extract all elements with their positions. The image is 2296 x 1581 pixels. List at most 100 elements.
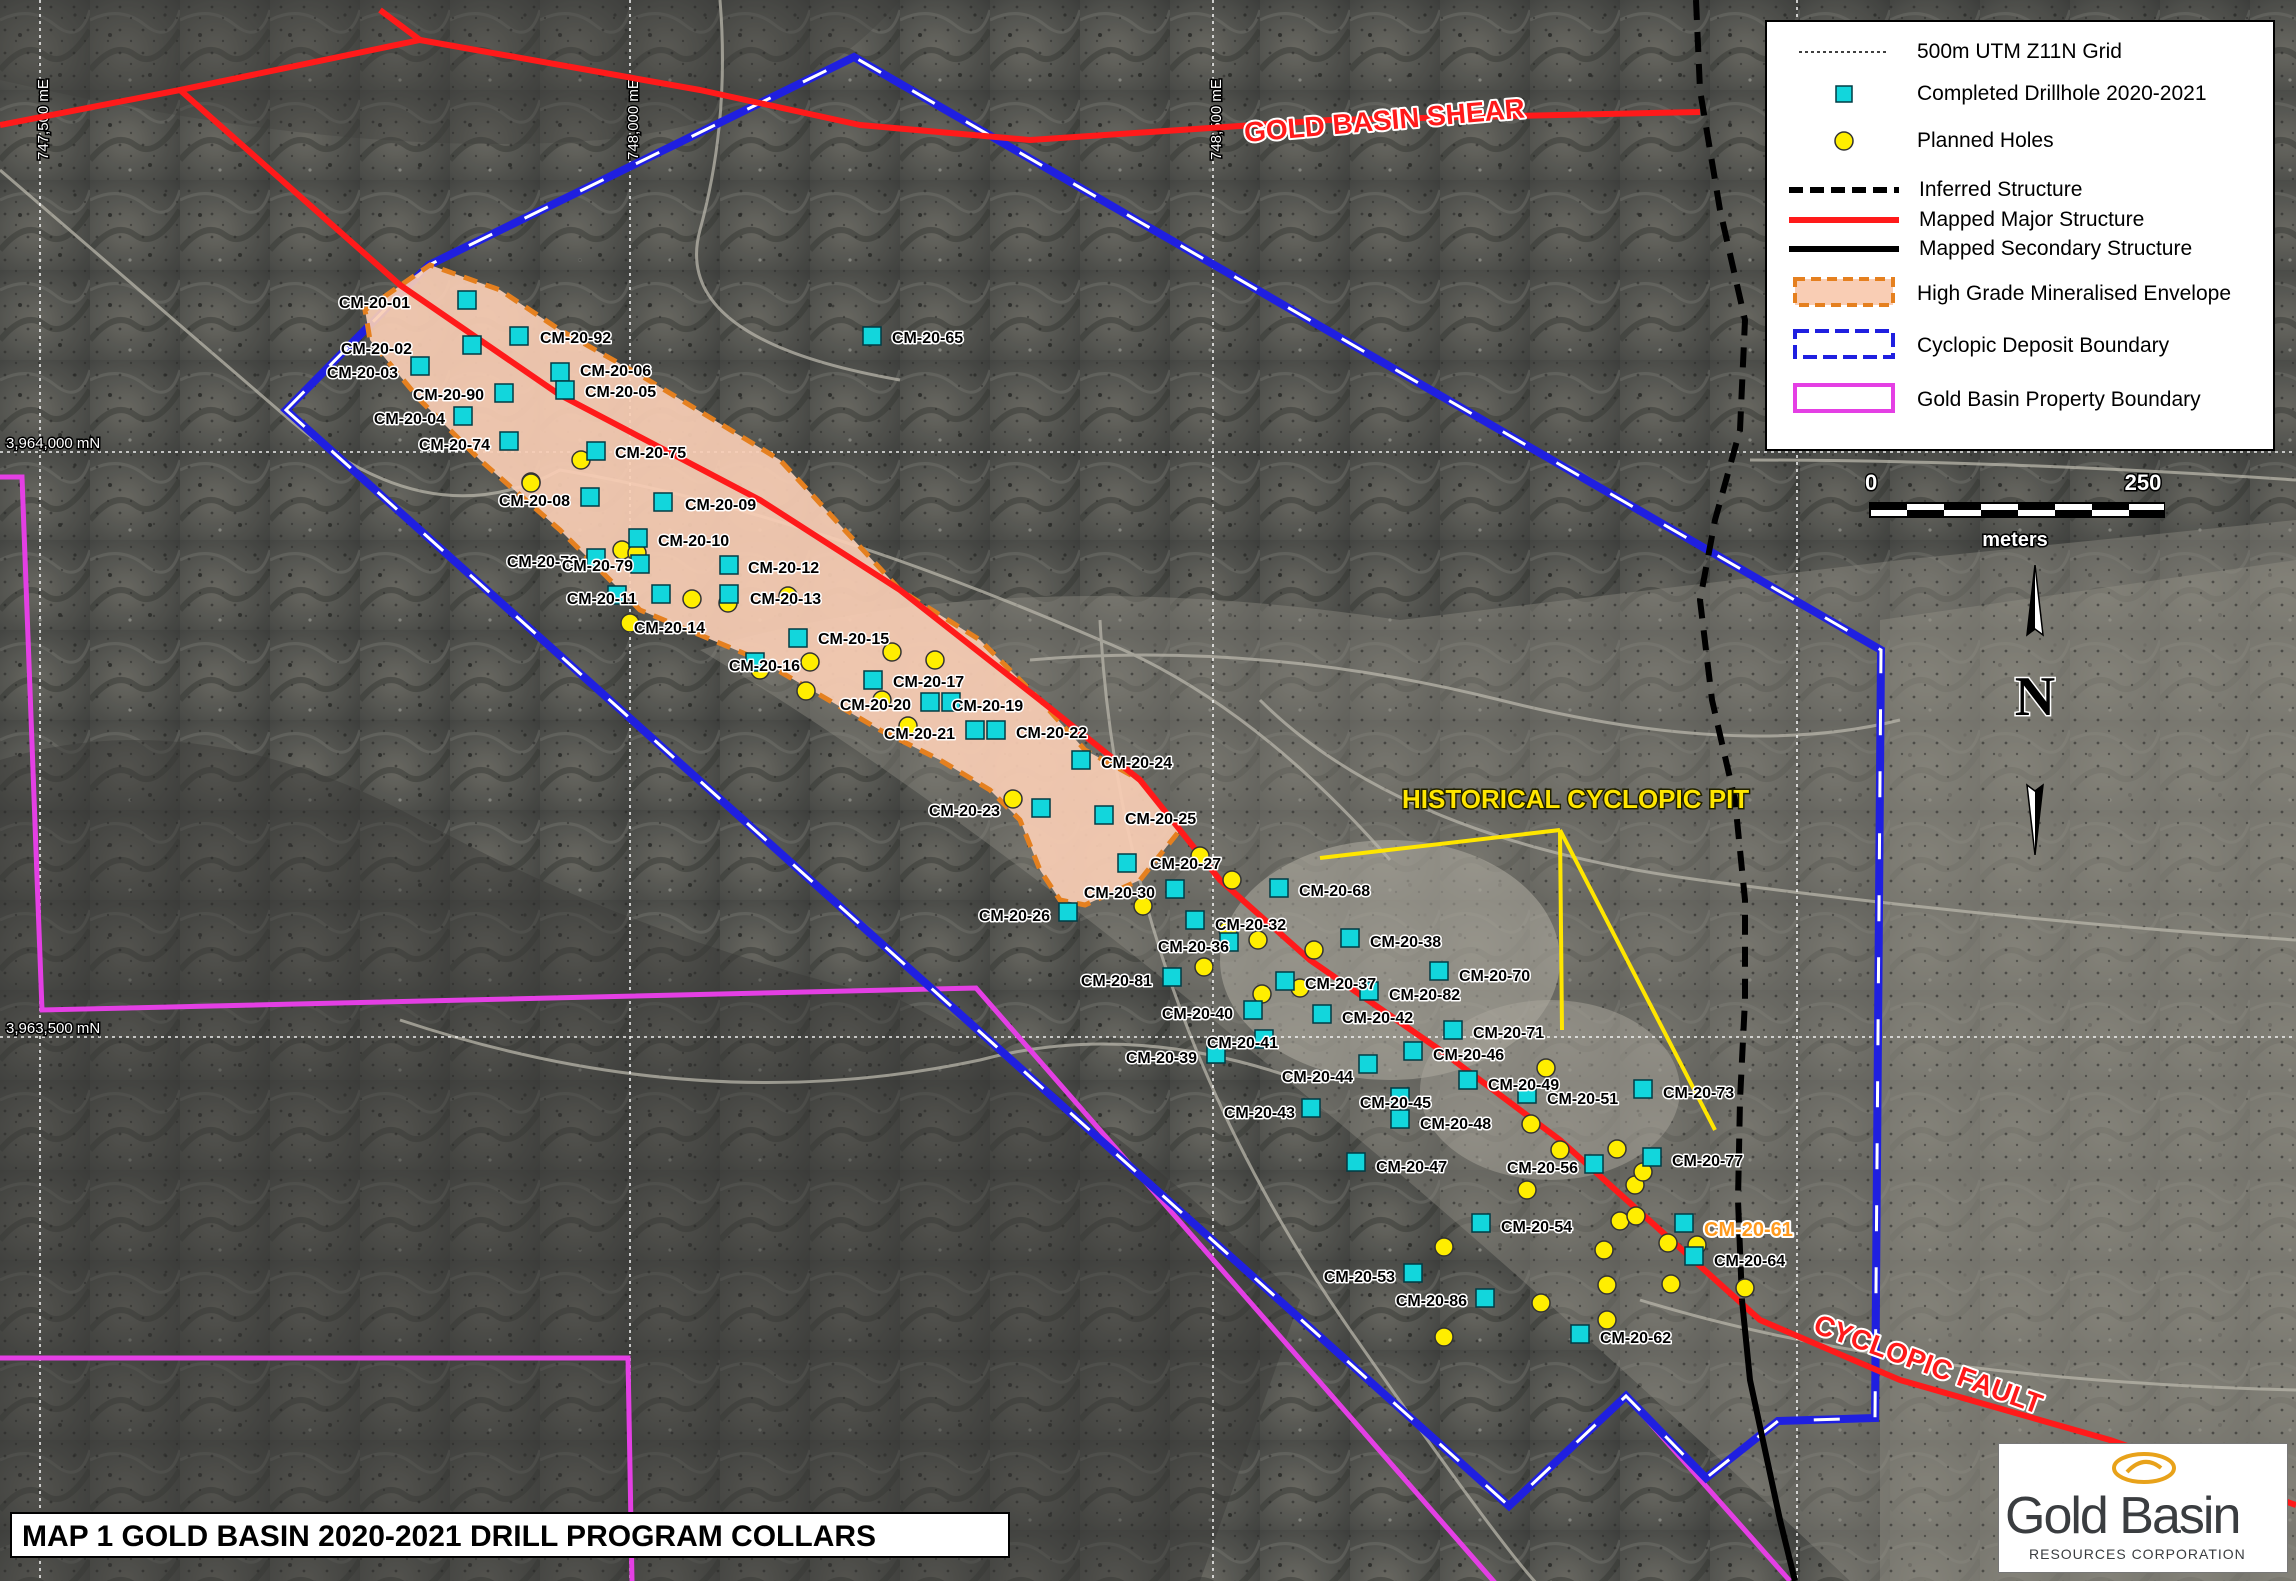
drillhole-marker-cm-20-03[interactable] <box>410 356 430 376</box>
planned-hole-marker[interactable] <box>1658 1233 1678 1253</box>
drillhole-marker-cm-20-73[interactable] <box>1633 1079 1653 1099</box>
planned-hole-marker[interactable] <box>1434 1327 1454 1347</box>
planned-hole-marker[interactable] <box>1594 1240 1614 1260</box>
planned-hole-marker[interactable] <box>1607 1139 1627 1159</box>
yellow-circle-icon <box>1834 131 1854 151</box>
drillhole-marker-cm-20-70[interactable] <box>1429 961 1449 981</box>
drillhole-marker-cm-20-92[interactable] <box>509 326 529 346</box>
drillhole-marker-cm-20-06[interactable] <box>550 362 570 382</box>
planned-hole-marker[interactable] <box>1735 1278 1755 1298</box>
drillhole-marker-cm-20-22[interactable] <box>986 720 1006 740</box>
planned-hole-marker[interactable] <box>1521 1114 1541 1134</box>
drillhole-label-cm-20-64: CM-20-64 <box>1714 1253 1785 1270</box>
planned-hole-marker[interactable] <box>1661 1274 1681 1294</box>
drillhole-label-cm-20-61: CM-20-61 <box>1704 1219 1793 1241</box>
planned-hole-marker[interactable] <box>1517 1180 1537 1200</box>
drillhole-label-cm-20-56: CM-20-56 <box>1507 1160 1578 1177</box>
drillhole-marker-cm-20-30[interactable] <box>1165 879 1185 899</box>
drillhole-marker-cm-20-14[interactable] <box>651 584 671 604</box>
drillhole-label-cm-20-54: CM-20-54 <box>1501 1219 1572 1236</box>
drillhole-marker-cm-20-32[interactable] <box>1185 910 1205 930</box>
planned-hole-marker[interactable] <box>1531 1293 1551 1313</box>
drillhole-marker-cm-20-24[interactable] <box>1071 750 1091 770</box>
planned-hole-marker[interactable] <box>1626 1206 1646 1226</box>
drillhole-marker-cm-20-79[interactable] <box>630 554 650 574</box>
drillhole-marker-cm-20-77[interactable] <box>1642 1147 1662 1167</box>
drillhole-marker-cm-20-49[interactable] <box>1458 1070 1478 1090</box>
planned-hole-marker[interactable] <box>800 652 820 672</box>
planned-hole-marker[interactable] <box>1536 1058 1556 1078</box>
drillhole-marker-cm-20-20[interactable] <box>920 692 940 712</box>
drillhole-marker-cm-20-01[interactable] <box>457 290 477 310</box>
drillhole-marker-cm-20-38[interactable] <box>1340 928 1360 948</box>
drillhole-label-cm-20-62: CM-20-62 <box>1600 1330 1671 1347</box>
drillhole-marker-cm-20-56[interactable] <box>1584 1154 1604 1174</box>
planned-hole-marker[interactable] <box>1610 1211 1630 1231</box>
drillhole-marker-cm-20-09[interactable] <box>653 492 673 512</box>
drillhole-marker-cm-20-21[interactable] <box>965 720 985 740</box>
drillhole-marker-cm-20-04[interactable] <box>453 406 473 426</box>
drillhole-marker-cm-20-71[interactable] <box>1443 1020 1463 1040</box>
planned-hole-marker[interactable] <box>1597 1275 1617 1295</box>
drillhole-label-cm-20-75: CM-20-75 <box>615 445 686 462</box>
drillhole-marker-cm-20-54[interactable] <box>1471 1213 1491 1233</box>
drillhole-marker-cm-20-65[interactable] <box>862 326 882 346</box>
drillhole-marker-cm-20-27[interactable] <box>1117 853 1137 873</box>
drillhole-marker-cm-20-62[interactable] <box>1570 1324 1590 1344</box>
planned-hole-marker[interactable] <box>682 589 702 609</box>
drillhole-label-cm-20-05: CM-20-05 <box>585 384 656 401</box>
drillhole-label-cm-20-25: CM-20-25 <box>1125 811 1196 828</box>
drillhole-marker-cm-20-53[interactable] <box>1403 1263 1423 1283</box>
drillhole-label-cm-20-32: CM-20-32 <box>1215 917 1286 934</box>
drillhole-marker-cm-20-75[interactable] <box>586 441 606 461</box>
planned-hole-marker[interactable] <box>1003 789 1023 809</box>
drillhole-marker-cm-20-13[interactable] <box>719 584 739 604</box>
drillhole-marker-cm-20-23[interactable] <box>1031 798 1051 818</box>
drillhole-marker-cm-20-37[interactable] <box>1275 971 1295 991</box>
drillhole-marker-cm-20-81[interactable] <box>1162 967 1182 987</box>
drillhole-label-cm-20-10: CM-20-10 <box>658 533 729 550</box>
drillhole-marker-cm-20-86[interactable] <box>1475 1288 1495 1308</box>
planned-hole-marker[interactable] <box>1222 870 1242 890</box>
legend-deposit-label: Cyclopic Deposit Boundary <box>1917 334 2170 357</box>
drillhole-marker-cm-20-68[interactable] <box>1269 878 1289 898</box>
drillhole-marker-cm-20-90[interactable] <box>494 383 514 403</box>
drillhole-marker-cm-20-46[interactable] <box>1403 1041 1423 1061</box>
drillhole-marker-cm-20-02[interactable] <box>462 335 482 355</box>
drillhole-marker-cm-20-10[interactable] <box>628 528 648 548</box>
drillhole-marker-cm-20-17[interactable] <box>863 670 883 690</box>
drillhole-marker-cm-20-25[interactable] <box>1094 805 1114 825</box>
drillhole-marker-cm-20-05[interactable] <box>555 380 575 400</box>
drillhole-marker-cm-20-40[interactable] <box>1243 1000 1263 1020</box>
drillhole-marker-cm-20-48[interactable] <box>1390 1109 1410 1129</box>
drillhole-label-cm-20-02: CM-20-02 <box>341 341 412 358</box>
drillhole-marker-cm-20-43[interactable] <box>1301 1098 1321 1118</box>
cyan-square-icon <box>1835 85 1853 103</box>
drillhole-marker-cm-20-74[interactable] <box>499 431 519 451</box>
planned-hole-marker[interactable] <box>1550 1140 1570 1160</box>
planned-hole-marker[interactable] <box>796 681 816 701</box>
north-arrow-icon: N <box>2013 565 2057 855</box>
drillhole-marker-cm-20-12[interactable] <box>719 555 739 575</box>
drillhole-marker-cm-20-26[interactable] <box>1058 902 1078 922</box>
planned-hole-marker[interactable] <box>925 650 945 670</box>
drillhole-marker-cm-20-42[interactable] <box>1312 1004 1332 1024</box>
map-title: MAP 1 GOLD BASIN 2020-2021 DRILL PROGRAM… <box>22 1520 877 1553</box>
planned-hole-marker[interactable] <box>521 473 541 493</box>
scale-start: 0 <box>1865 470 1877 495</box>
drillhole-label-cm-20-73: CM-20-73 <box>1663 1085 1734 1102</box>
planned-hole-marker[interactable] <box>1304 940 1324 960</box>
drillhole-label-cm-20-82: CM-20-82 <box>1389 987 1460 1004</box>
drillhole-marker-cm-20-61[interactable] <box>1674 1213 1694 1233</box>
drillhole-label-cm-20-36: CM-20-36 <box>1158 939 1229 956</box>
drillhole-label-cm-20-70: CM-20-70 <box>1459 968 1530 985</box>
drillhole-marker-cm-20-47[interactable] <box>1346 1152 1366 1172</box>
logo-subtitle: RESOURCES CORPORATION <box>2029 1546 2246 1562</box>
drillhole-marker-cm-20-15[interactable] <box>788 628 808 648</box>
planned-hole-marker[interactable] <box>1194 957 1214 977</box>
drillhole-marker-cm-20-08[interactable] <box>580 487 600 507</box>
drillhole-marker-cm-20-44[interactable] <box>1358 1054 1378 1074</box>
drillhole-marker-cm-20-64[interactable] <box>1684 1246 1704 1266</box>
planned-hole-marker[interactable] <box>1597 1310 1617 1330</box>
planned-hole-marker[interactable] <box>1434 1237 1454 1257</box>
